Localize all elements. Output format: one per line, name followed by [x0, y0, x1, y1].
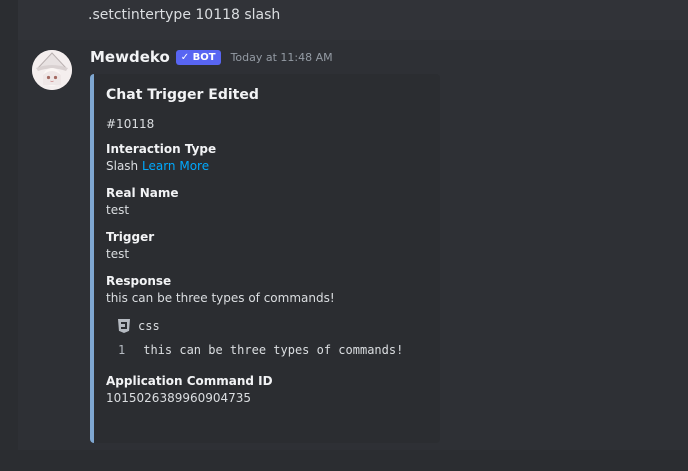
field-value-text: Slash [106, 159, 139, 173]
embed-title: Chat Trigger Edited [106, 87, 259, 103]
field-application-command-id: Application Command ID 10150263899609047… [106, 373, 426, 407]
message[interactable]: Mewdeko ✓ BOT Today at 11:48 AM Chat Tri… [18, 40, 688, 450]
field-value: 1015026389960904735 [106, 391, 252, 405]
bot-badge: ✓ BOT [175, 49, 221, 65]
field-trigger: Trigger test [106, 229, 426, 263]
chat-pane: .setctintertype 10118 slash Mewdeko ✓ BO… [18, 0, 688, 450]
css-file-icon [118, 319, 130, 333]
field-real-name: Real Name test [106, 185, 426, 219]
code-block[interactable]: css 1 this can be three types of command… [118, 317, 426, 357]
avatar-image [32, 50, 72, 90]
code-line: 1 this can be three types of commands! [118, 343, 426, 357]
line-number: 1 [118, 343, 126, 357]
field-name: Trigger [106, 230, 155, 244]
field-value: test [106, 203, 130, 217]
field-value: Slash Learn More [106, 157, 426, 175]
field-value: this can be three types of commands! [106, 291, 335, 305]
learn-more-link[interactable]: Learn More [142, 159, 209, 173]
avatar[interactable] [32, 50, 72, 90]
field-name: Interaction Type [106, 142, 217, 156]
code-block-header: css [118, 317, 426, 335]
field-name: Response [106, 274, 172, 288]
code-language: css [138, 319, 160, 333]
code-text: this can be three types of commands! [143, 343, 404, 357]
message-header: Mewdeko ✓ BOT Today at 11:48 AM [90, 48, 333, 66]
field-value: test [106, 247, 130, 261]
timestamp[interactable]: Today at 11:48 AM [231, 51, 333, 64]
embed: Chat Trigger Edited #10118 Interaction T… [90, 74, 440, 443]
field-response: Response this can be three types of comm… [106, 273, 426, 307]
field-name: Application Command ID [106, 374, 273, 388]
previous-message-text: .setctintertype 10118 slash [88, 7, 281, 23]
embed-description: #10118 [106, 117, 155, 131]
field-interaction-type: Interaction Type Slash Learn More [106, 141, 426, 175]
field-name: Real Name [106, 186, 179, 200]
username[interactable]: Mewdeko [90, 48, 170, 66]
